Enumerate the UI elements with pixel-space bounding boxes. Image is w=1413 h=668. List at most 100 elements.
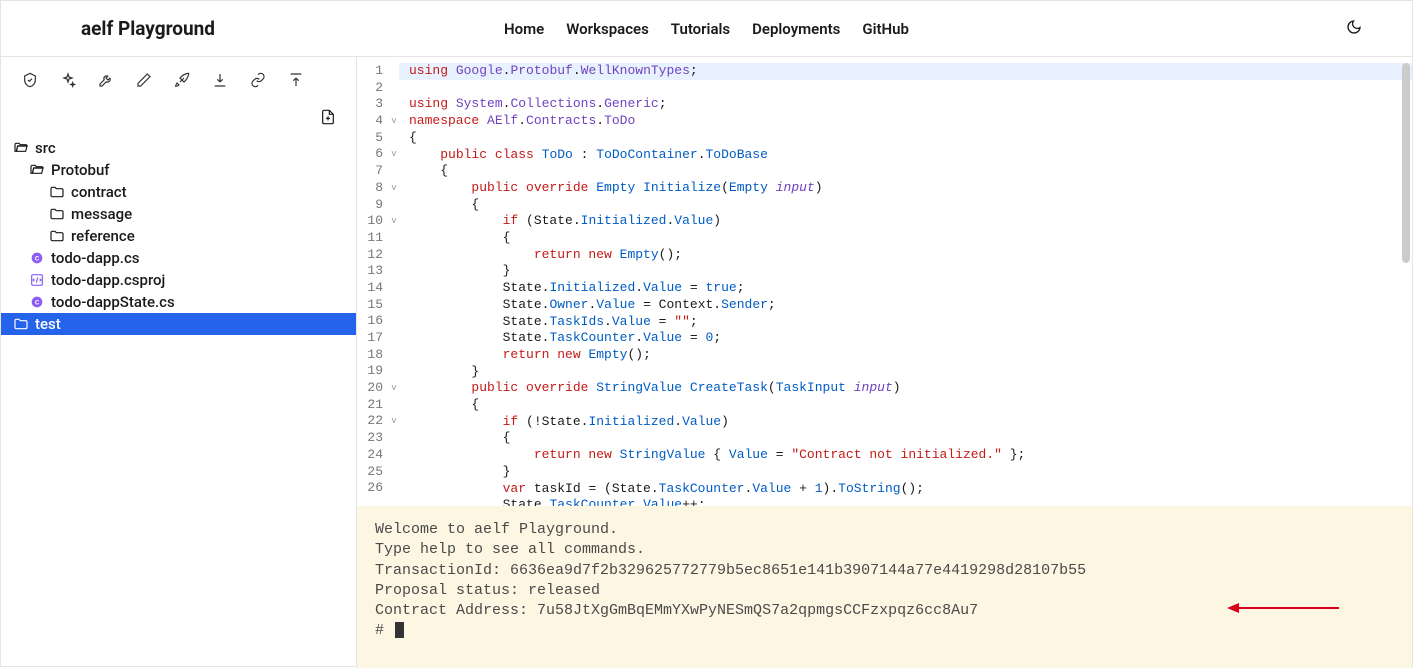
csproj-file-icon [29,272,45,288]
code-line: public override Empty Initialize(Empty i… [409,180,823,195]
terminal-prompt: # [375,622,384,639]
download-button[interactable] [211,71,229,89]
tree-item-todo-dappstate-cs[interactable]: Ctodo-dappState.cs [1,291,356,313]
moon-icon [1346,19,1362,35]
line-number: 22 [357,413,383,430]
code-line: } [409,263,510,278]
link-icon [250,72,266,88]
line-number: 17 [357,330,383,347]
line-number: 23 [357,430,383,447]
fold-marker[interactable]: v [389,380,399,397]
nav-home[interactable]: Home [504,20,544,38]
terminal-line: Welcome to aelf Playground. [375,520,1394,540]
fold-marker[interactable]: v [389,213,399,230]
fold-marker[interactable]: v [389,180,399,197]
code-line: var taskId = (State.TaskCounter.Value + … [409,481,924,496]
line-number: 10 [357,213,383,230]
nav-workspaces[interactable]: Workspaces [566,20,649,38]
line-number: 5 [357,130,383,147]
code-line: namespace AElf.Contracts.ToDo [409,113,635,128]
theme-toggle-button[interactable] [1346,19,1362,39]
tree-item-reference[interactable]: reference [1,225,356,247]
code-line: State.Initialized.Value = true; [409,280,745,295]
tree-item-message[interactable]: message [1,203,356,225]
folder-icon [13,316,29,332]
code-content[interactable]: using Google.Protobuf.WellKnownTypes; us… [399,57,1412,506]
fold-marker [389,397,399,414]
code-line: } [409,364,479,379]
deploy-button[interactable] [173,71,191,89]
line-number: 6 [357,146,383,163]
fold-marker [389,230,399,247]
line-number: 20 [357,380,383,397]
line-number: 24 [357,447,383,464]
edit-button[interactable] [135,71,153,89]
tree-item-test[interactable]: test [1,313,356,335]
editor-column: 1234567891011121314151617181920212223242… [357,57,1412,668]
link-button[interactable] [249,71,267,89]
fold-marker [389,63,399,80]
fold-marker [389,313,399,330]
tree-item-label: todo-dapp.cs [51,249,140,267]
tree-item-label: reference [71,227,135,245]
nav-github[interactable]: GitHub [862,20,909,38]
fold-marker [389,363,399,380]
code-editor[interactable]: 1234567891011121314151617181920212223242… [357,57,1412,506]
fold-marker [389,330,399,347]
fold-marker [389,130,399,147]
code-line: { [409,130,417,145]
code-line: State.TaskCounter.Value = 0; [409,330,721,345]
line-number: 15 [357,297,383,314]
file-tree: src Protobuf contract message reference Ctodo… [1,137,356,668]
line-number: 7 [357,163,383,180]
tree-item-todo-dapp-cs[interactable]: Ctodo-dapp.cs [1,247,356,269]
code-line: { [409,430,510,445]
line-gutter: 1234567891011121314151617181920212223242… [357,57,389,506]
tree-item-contract[interactable]: contract [1,181,356,203]
file-actions [1,103,356,137]
rocket-icon [174,72,190,88]
header: aelf Playground Home Workspaces Tutorial… [1,1,1412,57]
fold-marker[interactable]: v [389,146,399,163]
tree-item-label: todo-dapp.csproj [51,271,165,289]
line-number: 11 [357,230,383,247]
fold-marker[interactable]: v [389,113,399,130]
fold-marker [389,80,399,97]
folder-icon [49,228,65,244]
fold-marker [389,347,399,364]
code-line: return new Empty(); [409,347,651,362]
fold-marker[interactable]: v [389,413,399,430]
line-number: 9 [357,197,383,214]
folder-open-icon [13,140,29,156]
tree-item-label: contract [71,183,127,201]
code-line: { [409,397,479,412]
scrollbar-vertical[interactable] [1402,63,1410,263]
code-line: State.Owner.Value = Context.Sender; [409,297,776,312]
terminal-panel[interactable]: Welcome to aelf Playground.Type help to … [357,506,1412,668]
ai-button[interactable] [59,71,77,89]
fold-marker [389,297,399,314]
terminal-line: TransactionId: 6636ea9d7f2b329625772779b… [375,561,1394,581]
brand-title[interactable]: aelf Playground [81,17,215,40]
line-number: 19 [357,363,383,380]
audit-button[interactable] [21,71,39,89]
cs-file-icon: C [29,250,45,266]
pencil-icon [136,72,152,88]
code-line: State.TaskCounter.Value++; [409,497,706,506]
line-number: 12 [357,247,383,264]
tree-item-src[interactable]: src [1,137,356,159]
code-line: public class ToDo : ToDoContainer.ToDoBa… [409,147,768,162]
build-button[interactable] [97,71,115,89]
new-file-button[interactable] [320,109,336,129]
download-icon [212,72,228,88]
tree-item-label: src [35,139,56,157]
line-number: 1 [357,63,383,80]
fold-gutter: vvvvvv [389,57,399,506]
nav-tutorials[interactable]: Tutorials [671,20,730,38]
tree-item-todo-dapp-csproj[interactable]: todo-dapp.csproj [1,269,356,291]
tree-item-protobuf[interactable]: Protobuf [1,159,356,181]
tree-item-label: todo-dappState.cs [51,293,175,311]
nav-deployments[interactable]: Deployments [752,20,840,38]
fold-marker [389,197,399,214]
upload-button[interactable] [287,71,305,89]
